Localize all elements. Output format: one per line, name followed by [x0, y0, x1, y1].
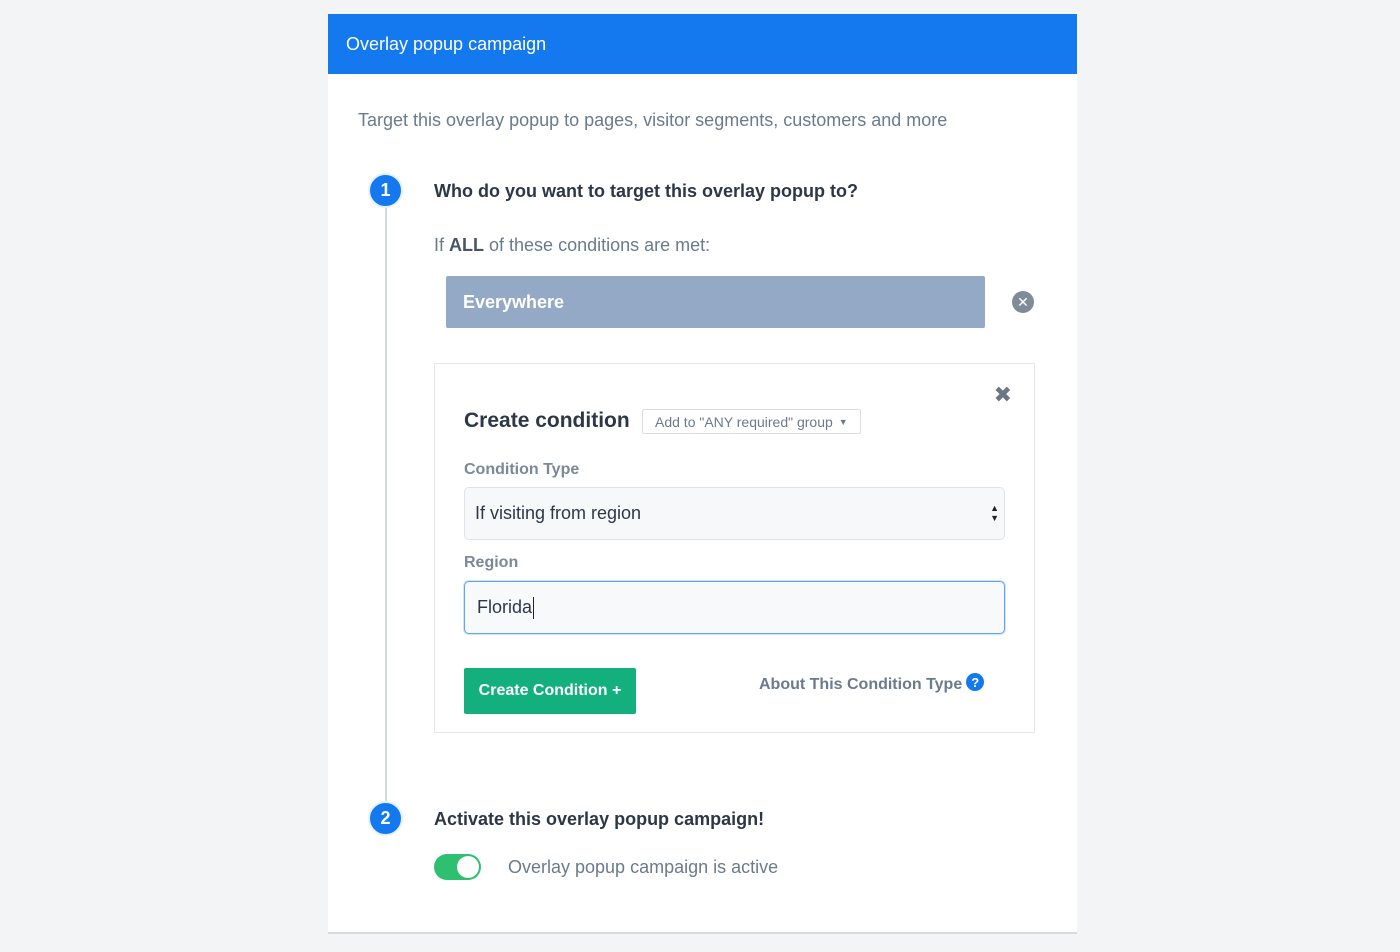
step-1-badge: 1	[368, 173, 403, 208]
conditions-intro: If ALL of these conditions are met:	[434, 235, 710, 256]
campaign-active-toggle[interactable]	[434, 854, 481, 880]
toggle-knob	[457, 856, 479, 878]
close-circle-icon[interactable]: ✕	[1012, 291, 1034, 313]
close-icon[interactable]: ✖	[994, 382, 1012, 408]
create-condition-button[interactable]: Create Condition +	[464, 668, 636, 714]
panel-header: Overlay popup campaign	[328, 14, 1077, 74]
campaign-active-label: Overlay popup campaign is active	[508, 857, 779, 877]
step-1-title: Who do you want to target this overlay p…	[434, 181, 858, 201]
add-to-group-button[interactable]: Add to "ANY required" group ▼	[642, 409, 861, 434]
condition-type-label: Condition Type	[464, 461, 580, 478]
region-label: Region	[464, 554, 519, 571]
condition-everywhere-label: Everywhere	[463, 291, 565, 312]
question-circle-icon[interactable]: ?	[966, 673, 985, 691]
create-condition-title: Create condition	[464, 409, 630, 432]
create-condition-button-label: Create Condition +	[478, 682, 622, 699]
step-2-title: Activate this overlay popup campaign!	[434, 809, 765, 829]
timeline-line	[385, 206, 387, 806]
conditions-intro-suffix: of these conditions are met:	[484, 235, 711, 255]
about-condition-type-link[interactable]: About This Condition Type ?	[759, 673, 985, 694]
region-input[interactable]: Florida	[464, 581, 1005, 634]
about-condition-type-label: About This Condition Type	[759, 676, 963, 693]
conditions-intro-prefix: If	[434, 235, 450, 255]
add-to-group-label: Add to "ANY required" group	[655, 413, 833, 430]
condition-type-select[interactable]: If visiting from region ▲ ▼	[464, 487, 1005, 540]
campaign-panel: Overlay popup campaign Target this overl…	[328, 14, 1077, 934]
create-condition-box: ✖ Create condition Add to "ANY required"…	[434, 363, 1035, 733]
select-arrows-icon: ▲ ▼	[990, 503, 999, 523]
caret-down-icon: ▼	[838, 416, 848, 427]
intro-text: Target this overlay popup to pages, visi…	[358, 110, 948, 130]
condition-everywhere[interactable]: Everywhere	[446, 276, 985, 328]
panel-title: Overlay popup campaign	[346, 33, 547, 54]
conditions-intro-bold: ALL	[449, 235, 485, 255]
region-input-value: Florida	[477, 597, 533, 617]
text-cursor	[533, 596, 535, 619]
condition-type-value: If visiting from region	[475, 503, 642, 523]
step-2-badge: 2	[368, 801, 403, 836]
